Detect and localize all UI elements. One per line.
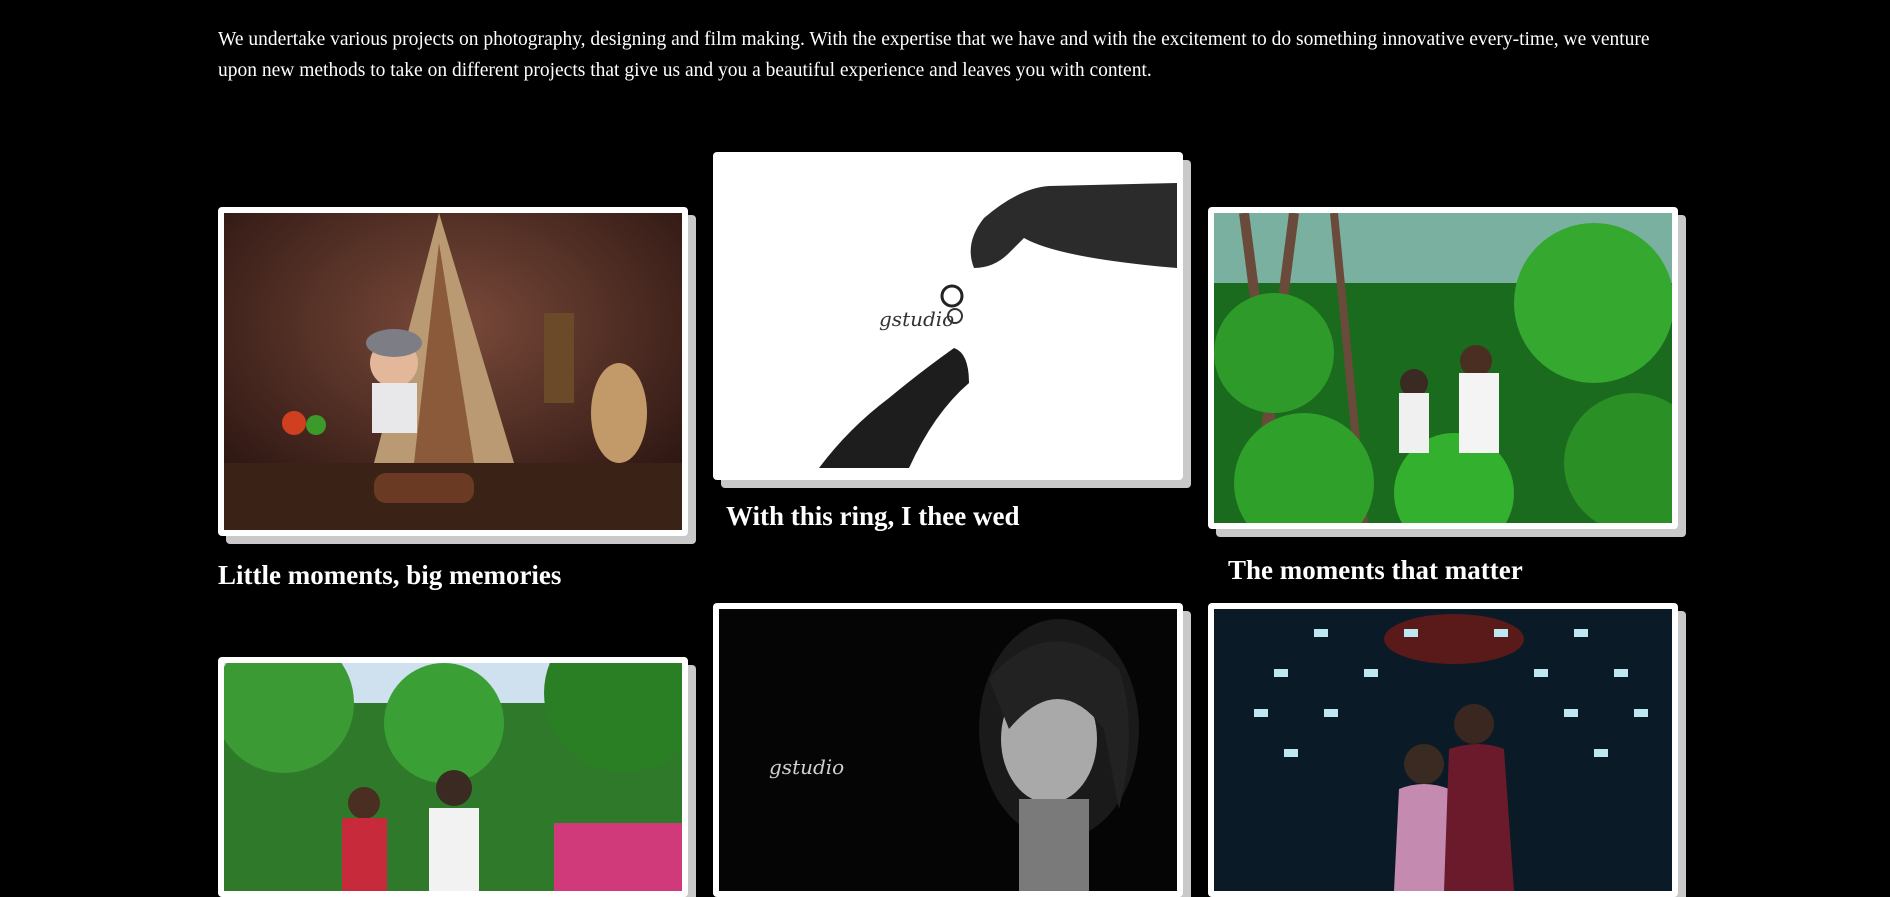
intro-paragraph: We undertake various projects on photogr… — [218, 29, 1650, 81]
wedding-couple-outdoor-photo — [224, 663, 682, 891]
ring-exchange-photo: gstudio gstudio — [719, 158, 1177, 474]
couple-indoor-hall-photo — [1214, 609, 1672, 891]
caption-baby: Little moments, big memories — [218, 560, 562, 590]
caption-ring: With this ring, I thee wed — [726, 501, 1020, 531]
gallery-card-bride-portrait[interactable]: gstudio gstudio — [713, 603, 1183, 897]
svg-text:gstudio: gstudio — [879, 307, 954, 331]
svg-text:gstudio: gstudio — [769, 755, 844, 779]
gallery-card-ring[interactable]: gstudio gstudio — [713, 152, 1183, 480]
gallery-card-wedding-outdoor[interactable] — [218, 657, 688, 897]
gallery-card-baby[interactable] — [218, 207, 688, 536]
gallery-card-garden[interactable] — [1208, 207, 1678, 529]
couple-in-garden-photo — [1214, 213, 1672, 523]
caption-garden: The moments that matter — [1228, 555, 1523, 585]
gallery-card-indoor-hall[interactable] — [1208, 603, 1678, 897]
bride-portrait-bw-photo: gstudio gstudio — [719, 609, 1177, 891]
baby-photoshoot-photo — [224, 213, 682, 530]
